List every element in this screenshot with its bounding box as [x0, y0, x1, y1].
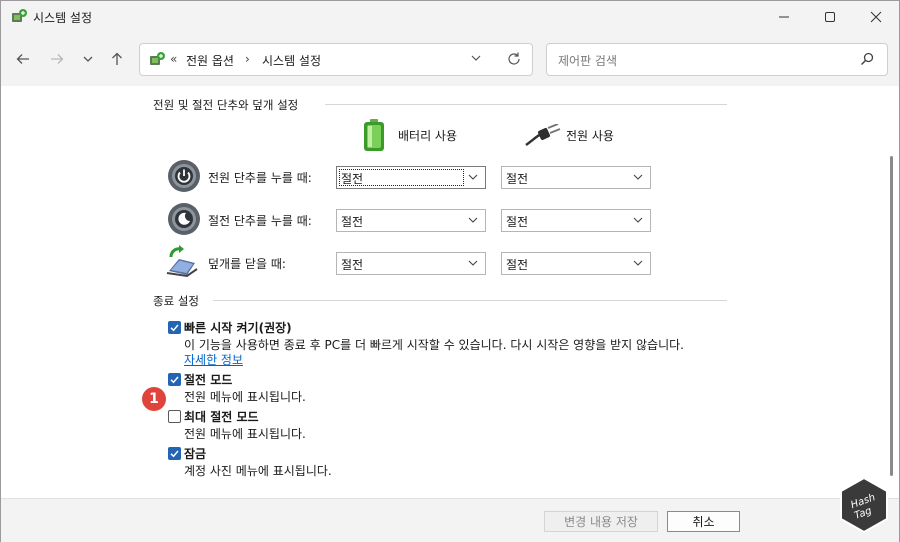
- title-bar[interactable]: 시스템 설정: [1, 1, 899, 32]
- maximize-icon: [825, 11, 835, 22]
- sleep-label[interactable]: 절전 모드: [184, 371, 232, 388]
- vertical-scrollbar[interactable]: [886, 86, 899, 498]
- more-info-link[interactable]: 자세한 정보: [184, 351, 243, 368]
- hibernate-description: 전원 메뉴에 표시됩니다.: [184, 427, 306, 441]
- search-input[interactable]: 제어판 검색: [558, 52, 617, 69]
- lid-close-label: 덮개를 닫을 때:: [208, 257, 286, 271]
- hibernate-label[interactable]: 최대 절전 모드: [184, 408, 259, 425]
- sleep-button-battery-select[interactable]: 절전: [336, 209, 486, 232]
- power-section-title: 전원 및 절전 단추와 덮개 설정: [153, 98, 299, 112]
- battery-column-header: 배터리 사용: [398, 129, 458, 143]
- breadcrumb-separator[interactable]: ›: [245, 52, 250, 66]
- navigation-bar: « 전원 옵션 › 시스템 설정 제어판 검색: [1, 32, 899, 86]
- power-button-battery-select[interactable]: 절전: [336, 166, 486, 189]
- chevron-down-icon: [633, 257, 643, 271]
- refresh-icon: [508, 52, 520, 65]
- breadcrumb-system-settings[interactable]: 시스템 설정: [262, 52, 321, 69]
- close-button[interactable]: [853, 1, 899, 32]
- laptop-lid-icon: [166, 245, 198, 278]
- sleep-description: 전원 메뉴에 표시됩니다.: [184, 390, 306, 404]
- power-button-icon: [168, 160, 200, 192]
- select-value: 절전: [341, 215, 364, 229]
- select-value: 절전: [506, 258, 529, 272]
- power-button-label: 전원 단추를 누를 때:: [208, 171, 312, 185]
- sleep-checkbox[interactable]: [168, 373, 181, 386]
- back-button[interactable]: [12, 48, 34, 70]
- lid-close-plugged-select[interactable]: 절전: [501, 252, 651, 275]
- chevron-down-icon: [633, 214, 643, 228]
- chevron-down-icon: [633, 171, 643, 185]
- breadcrumb-overflow[interactable]: «: [170, 52, 177, 66]
- plugged-column-header: 전원 사용: [566, 129, 614, 143]
- refresh-button[interactable]: [506, 51, 522, 70]
- system-settings-window: 시스템 설정 « 전원 옵션 › 시스템 설정 제어판 검색 전원 및 절전 단…: [0, 0, 900, 542]
- fast-startup-checkbox[interactable]: [168, 321, 181, 334]
- sleep-button-icon: [168, 203, 200, 235]
- power-button-plugged-select[interactable]: 절전: [501, 166, 651, 189]
- settings-content: 전원 및 절전 단추와 덮개 설정 배터리 사용 전원 사용 전원 단추를 누를…: [1, 86, 886, 498]
- arrow-up-icon: [112, 52, 122, 65]
- save-changes-button[interactable]: 변경 내용 저장: [544, 511, 658, 532]
- address-bar[interactable]: « 전원 옵션 › 시스템 설정: [139, 43, 533, 76]
- checkmark-icon: [170, 324, 179, 332]
- select-value: 절전: [341, 258, 364, 272]
- close-icon: [870, 11, 882, 22]
- select-value: 절전: [506, 215, 529, 229]
- lock-description: 계정 사진 메뉴에 표시됩니다.: [184, 464, 332, 478]
- cancel-button[interactable]: 취소: [667, 511, 740, 532]
- checkmark-icon: [170, 376, 179, 384]
- chevron-down-icon: [468, 214, 478, 228]
- chevron-down-icon: [468, 257, 478, 271]
- power-options-icon: [150, 52, 165, 65]
- arrow-right-icon: [51, 54, 64, 64]
- divider: [213, 300, 727, 301]
- battery-icon: [364, 119, 384, 151]
- fast-startup-description: 이 기능을 사용하면 종료 후 PC를 더 빠르게 시작할 수 있습니다. 다시…: [184, 338, 684, 352]
- up-button[interactable]: [106, 48, 128, 70]
- select-value: 절전: [341, 172, 364, 186]
- chevron-down-icon: [83, 56, 93, 62]
- breadcrumb-power-options[interactable]: 전원 옵션: [186, 52, 234, 69]
- hashtag-logo: Hash Tag: [840, 477, 888, 533]
- lid-close-battery-select[interactable]: 절전: [336, 252, 486, 275]
- power-options-icon: [12, 9, 27, 22]
- arrow-left-icon: [16, 54, 29, 64]
- address-dropdown-button[interactable]: [470, 52, 482, 67]
- minimize-button[interactable]: [761, 1, 807, 32]
- forward-button[interactable]: [46, 48, 68, 70]
- maximize-button[interactable]: [807, 1, 853, 32]
- checkmark-icon: [170, 450, 179, 458]
- select-value: 절전: [506, 172, 529, 186]
- annotation-badge: 1: [142, 387, 166, 411]
- chevron-down-icon: [471, 55, 481, 61]
- search-box[interactable]: 제어판 검색: [546, 43, 888, 76]
- recent-locations-button[interactable]: [77, 48, 99, 70]
- fast-startup-label[interactable]: 빠른 시작 켜기(권장): [184, 319, 292, 336]
- lock-label[interactable]: 잠금: [184, 445, 206, 462]
- divider: [325, 104, 727, 105]
- scrollbar-thumb[interactable]: [890, 156, 893, 476]
- search-icon[interactable]: [860, 52, 874, 66]
- power-plug-icon: [525, 124, 561, 146]
- sleep-button-plugged-select[interactable]: 절전: [501, 209, 651, 232]
- footer-bar: 변경 내용 저장 취소: [1, 498, 899, 542]
- minimize-icon: [779, 16, 789, 17]
- hibernate-checkbox[interactable]: [168, 410, 181, 423]
- shutdown-section-title: 종료 설정: [153, 294, 199, 308]
- lock-checkbox[interactable]: [168, 447, 181, 460]
- window-title: 시스템 설정: [33, 11, 93, 25]
- chevron-down-icon: [468, 171, 478, 185]
- sleep-button-label: 절전 단추를 누를 때:: [208, 214, 312, 228]
